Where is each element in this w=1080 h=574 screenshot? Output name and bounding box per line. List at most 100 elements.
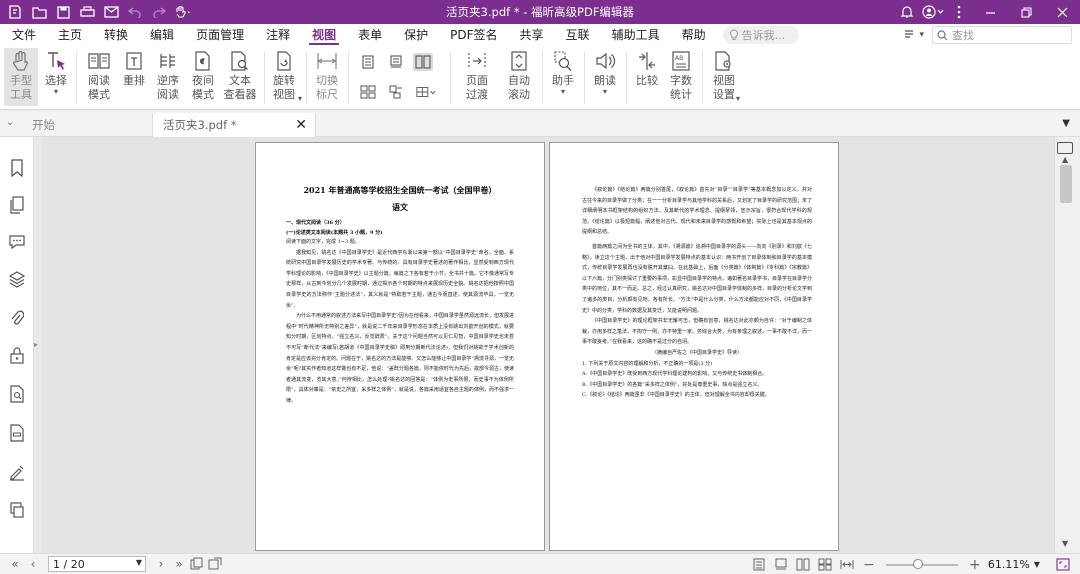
page-number-input[interactable]: 1 / 20 ▼ bbox=[48, 556, 146, 572]
extract-page-icon[interactable] bbox=[206, 554, 224, 574]
continuous-facing-icon[interactable] bbox=[358, 83, 378, 101]
word-count-button[interactable]: AB 字数 统计 bbox=[666, 48, 696, 102]
document-search-icon[interactable] bbox=[6, 383, 28, 405]
hand-tool-button[interactable]: 手型 工具 bbox=[4, 48, 38, 106]
read-mode-button[interactable]: 阅读 模式 bbox=[84, 48, 114, 102]
menu-pdf-sign[interactable]: PDF签名 bbox=[439, 24, 508, 46]
option-c: C.《叙论》《结论》两篇虽非《中国目录学史》的主体，但对理解全书内容却很关键。 bbox=[582, 392, 770, 399]
view-settings-button[interactable]: 视图 设置 ▾ bbox=[708, 48, 740, 103]
tab-list-dropdown-icon[interactable]: ▼ bbox=[1062, 118, 1070, 129]
content-icon[interactable] bbox=[6, 499, 28, 521]
scrollbar-thumb[interactable] bbox=[1060, 165, 1072, 203]
email-icon[interactable] bbox=[100, 1, 122, 23]
layers-icon[interactable] bbox=[6, 268, 28, 290]
zoom-dropdown-icon[interactable]: ▼ bbox=[1034, 560, 1040, 569]
menu-view[interactable]: 视图 bbox=[301, 24, 347, 46]
save-icon[interactable] bbox=[52, 1, 74, 23]
menu-page-management[interactable]: 页面管理 bbox=[185, 24, 255, 46]
document-canvas[interactable]: 2021 年普通高等学校招生全国统一考试（全国甲卷） 语文 一、现代文阅读（36… bbox=[42, 137, 1054, 553]
previous-page-icon[interactable]: ‹ bbox=[24, 554, 42, 574]
attachment-icon[interactable] bbox=[6, 307, 28, 329]
zoom-out-icon[interactable]: − bbox=[860, 555, 878, 574]
app-logo-icon[interactable] bbox=[4, 1, 26, 23]
tab-home[interactable]: 开始 bbox=[22, 113, 150, 137]
toggle-ruler-button[interactable]: 切换 标尺 bbox=[312, 48, 342, 102]
menu-convert[interactable]: 转换 bbox=[93, 24, 139, 46]
menu-help[interactable]: 帮助 bbox=[671, 24, 717, 46]
account-icon[interactable] bbox=[920, 0, 946, 24]
menu-comment[interactable]: 注释 bbox=[255, 24, 301, 46]
pages-thumbnail-icon[interactable] bbox=[6, 194, 28, 216]
split-view-icon[interactable] bbox=[416, 83, 436, 101]
reflow-button[interactable]: 重排 bbox=[119, 48, 149, 88]
sidebar-collapse-icon[interactable]: ▸ bbox=[34, 340, 42, 352]
fit-width-icon[interactable] bbox=[838, 555, 856, 574]
select-button[interactable]: 选择 ▾ bbox=[42, 48, 70, 96]
scroll-up-icon[interactable]: ▲ bbox=[1062, 155, 1068, 164]
close-tab-icon[interactable]: ✕ bbox=[295, 113, 307, 137]
more-options-icon[interactable] bbox=[946, 0, 972, 24]
zoom-slider-knob[interactable] bbox=[912, 558, 923, 569]
continuous-facing-view-icon[interactable] bbox=[816, 555, 834, 574]
comments-icon[interactable] bbox=[6, 231, 28, 253]
next-page-icon[interactable]: › bbox=[152, 554, 170, 574]
select-label: 选择 bbox=[45, 74, 67, 87]
page-transition-button[interactable]: 页面 过渡 bbox=[462, 48, 492, 102]
signature-icon[interactable] bbox=[6, 461, 28, 483]
auto-scroll-button[interactable]: 自动 滚动 bbox=[504, 48, 534, 102]
first-page-icon[interactable]: « bbox=[6, 554, 24, 574]
pdf-page-2[interactable]: 《叙论篇》《结论篇》两篇分别首尾，《叙论篇》首先对“目录”“目录学”等基本概念加… bbox=[549, 142, 839, 551]
reverse-read-button[interactable]: 逆序 阅读 bbox=[153, 48, 183, 102]
search-icon bbox=[937, 29, 948, 40]
search-input[interactable]: 查找 bbox=[932, 26, 1072, 44]
zoom-slider[interactable] bbox=[885, 558, 958, 569]
bookmark-icon[interactable] bbox=[6, 157, 28, 179]
menu-accessibility[interactable]: 辅助工具 bbox=[601, 24, 671, 46]
night-mode-button[interactable]: 夜间 模式 bbox=[188, 48, 218, 102]
assistant-button[interactable]: 助手 ▾ bbox=[548, 48, 578, 96]
facing-page-icon[interactable] bbox=[413, 53, 433, 71]
close-window-button[interactable] bbox=[1044, 0, 1080, 24]
rotate-view-button[interactable]: 旋转 视图 ▾ bbox=[268, 48, 302, 103]
zoom-in-icon[interactable]: + bbox=[966, 555, 984, 574]
print-icon[interactable] bbox=[76, 1, 98, 23]
split-window-icon[interactable] bbox=[1057, 142, 1073, 154]
menu-connect[interactable]: 互联 bbox=[555, 24, 601, 46]
single-page-view-icon[interactable] bbox=[750, 555, 768, 574]
tab-document[interactable]: 活页夹3.pdf * ✕ bbox=[152, 113, 316, 137]
vertical-scrollbar[interactable]: ▲ ▼ bbox=[1054, 137, 1080, 553]
ribbon-separator bbox=[542, 52, 543, 104]
scroll-down-icon[interactable]: ▼ bbox=[1062, 539, 1068, 548]
menu-edit[interactable]: 编辑 bbox=[139, 24, 185, 46]
form-fields-icon[interactable] bbox=[6, 422, 28, 444]
separate-cover-icon[interactable] bbox=[386, 83, 406, 101]
menu-share[interactable]: 共享 bbox=[509, 24, 555, 46]
undo-icon[interactable] bbox=[124, 1, 146, 23]
reverse-read-label: 逆序 阅读 bbox=[157, 74, 179, 101]
menu-file[interactable]: 文件 bbox=[0, 24, 47, 46]
compare-button[interactable]: 比较 bbox=[632, 48, 662, 88]
copy-page-icon[interactable] bbox=[188, 554, 206, 574]
single-page-icon[interactable] bbox=[358, 53, 378, 71]
facing-view-icon[interactable] bbox=[794, 555, 812, 574]
notification-bell-icon[interactable] bbox=[894, 0, 920, 24]
text-viewer-button[interactable]: 文本 查看器 bbox=[222, 48, 258, 102]
continuous-view-icon[interactable] bbox=[772, 555, 790, 574]
minimize-button[interactable] bbox=[972, 0, 1008, 24]
fullscreen-icon[interactable] bbox=[1054, 555, 1072, 574]
redo-icon[interactable] bbox=[148, 1, 170, 23]
read-aloud-button[interactable]: 朗读 ▾ bbox=[590, 48, 620, 96]
pdf-page-1[interactable]: 2021 年普通高等学校招生全国统一考试（全国甲卷） 语文 一、现代文阅读（36… bbox=[255, 142, 545, 551]
continuous-page-icon[interactable] bbox=[386, 53, 406, 71]
hand-tool-quick-icon[interactable] bbox=[172, 1, 194, 23]
menu-protect[interactable]: 保护 bbox=[393, 24, 439, 46]
security-lock-icon[interactable] bbox=[6, 344, 28, 366]
menu-home[interactable]: 主页 bbox=[47, 24, 93, 46]
search-mode-icon[interactable]: ▾ bbox=[903, 29, 924, 41]
open-folder-icon[interactable] bbox=[28, 1, 50, 23]
chevron-up-icon[interactable]: ⌄ bbox=[6, 117, 14, 128]
tell-me-box[interactable]: 告诉我... bbox=[722, 26, 799, 44]
menu-form[interactable]: 表单 bbox=[347, 24, 393, 46]
last-page-icon[interactable]: » bbox=[170, 554, 188, 574]
restore-button[interactable] bbox=[1008, 0, 1044, 24]
